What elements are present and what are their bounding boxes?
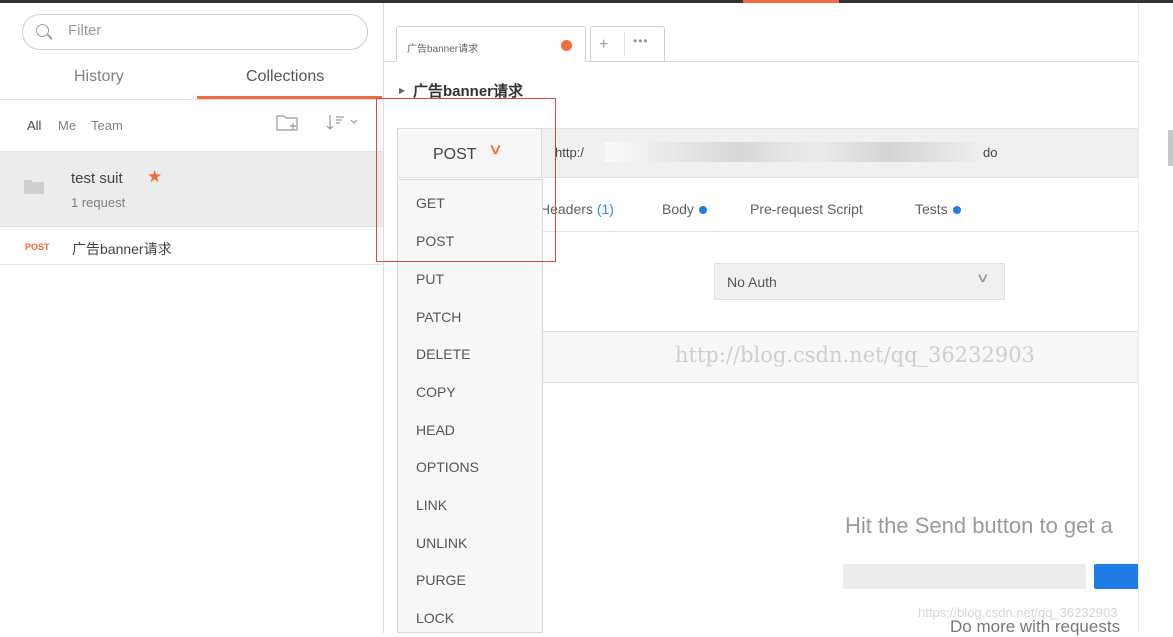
tab-tests[interactable]: Tests	[915, 201, 961, 217]
star-icon[interactable]: ★	[147, 167, 162, 187]
search-icon	[36, 24, 49, 37]
tab-collections[interactable]: Collections	[246, 68, 324, 86]
request-name: 广告banner请求	[72, 241, 172, 257]
send-button-illustration	[1094, 564, 1138, 589]
tab-tests-label: Tests	[915, 201, 948, 217]
method-option-options[interactable]: OPTIONS	[416, 459, 479, 475]
scrollbar[interactable]	[1138, 3, 1173, 633]
divider	[543, 231, 1138, 232]
tab-pre-request-script[interactable]: Pre-request Script	[750, 201, 863, 217]
auth-type-value: No Auth	[727, 274, 777, 290]
collection-name: test suit	[71, 170, 123, 187]
indicator-dot-icon	[952, 206, 961, 215]
tab-body[interactable]: Body	[662, 201, 707, 217]
request-item[interactable]	[0, 227, 383, 265]
scrollbar-thumb[interactable]	[1168, 130, 1173, 166]
chevron-down-icon: ∨	[975, 270, 990, 285]
method-option-lock[interactable]: LOCK	[416, 610, 454, 626]
request-method-badge: POST	[25, 242, 50, 252]
tab-history[interactable]: History	[74, 68, 124, 86]
unsaved-dot-icon	[561, 40, 572, 51]
method-option-put[interactable]: PUT	[416, 271, 444, 287]
caret-right-icon[interactable]: ▶	[399, 86, 405, 95]
watermark-text: http://blog.csdn.net/qq_36232903	[675, 343, 1035, 367]
url-suffix: do	[983, 145, 998, 160]
example-url-bar	[843, 564, 1086, 589]
method-option-delete[interactable]: DELETE	[416, 346, 470, 362]
more-icon[interactable]: •••	[633, 34, 649, 48]
method-option-link[interactable]: LINK	[416, 497, 447, 513]
sort-icon[interactable]	[326, 114, 360, 132]
method-option-unlink[interactable]: UNLINK	[416, 535, 467, 551]
filter-all[interactable]: All	[27, 118, 41, 133]
folder-icon	[24, 180, 44, 194]
method-option-head[interactable]: HEAD	[416, 422, 455, 438]
tab-body-label: Body	[662, 201, 694, 217]
redacted-url-area	[605, 142, 985, 162]
new-collection-icon[interactable]	[276, 114, 298, 132]
do-more-text: Do more with requests	[950, 617, 1121, 636]
collection-item[interactable]	[0, 151, 383, 227]
method-option-patch[interactable]: PATCH	[416, 309, 461, 325]
empty-response-hint: Hit the Send button to get a	[845, 513, 1113, 538]
plus-icon[interactable]: +	[599, 36, 608, 54]
collection-count: 1 request	[71, 195, 126, 210]
method-option-copy[interactable]: COPY	[416, 384, 456, 400]
csdn-watermark: https://blog.csdn.net/qq_36232903	[918, 605, 1118, 620]
annotation-highlight-box	[376, 98, 556, 262]
method-option-purge[interactable]: PURGE	[416, 572, 466, 588]
divider	[0, 99, 383, 100]
filter-placeholder: Filter	[68, 22, 102, 39]
filter-team[interactable]: Team	[91, 118, 123, 133]
indicator-dot-icon	[698, 206, 707, 215]
url-input[interactable]: http:/	[555, 145, 584, 160]
request-tab-label: 广告banner请求	[407, 44, 479, 55]
headers-count: (1)	[596, 201, 614, 217]
filter-me[interactable]: Me	[58, 118, 76, 133]
divider	[624, 32, 625, 56]
